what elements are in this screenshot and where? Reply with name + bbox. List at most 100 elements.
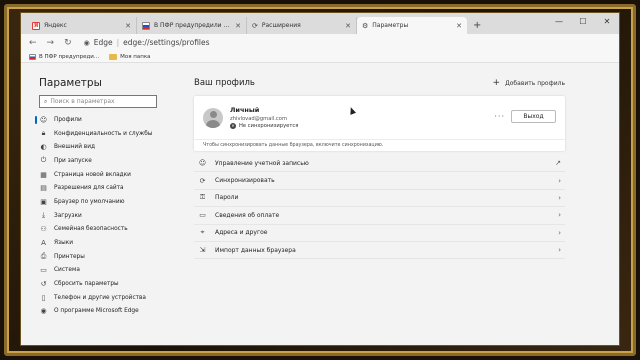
sidebar-item-label: Сбросить параметры [54,281,119,288]
add-profile-label: Добавить профиль [505,79,565,87]
profile-name: Личный [230,106,260,114]
tab-label: Яндекс [44,22,67,29]
sidebar-item-label: Телефон и другие устройства [54,294,146,301]
profile-email: zhivlovad@gmail.com [230,115,288,122]
pfr-flag-icon [142,21,150,30]
sidebar-item-privacy[interactable]: 🔒︎ Конфиденциальность и службы [39,127,179,141]
row-import-data[interactable]: ⇲ Импорт данных браузера › [194,242,565,260]
profile-card-header: Личный zhivlovad@gmail.com ✕ Не синхрони… [194,96,565,139]
phone-icon: ▯ [41,293,46,302]
refresh-icon[interactable]: ↻ [64,38,72,48]
tab-label: Параметры [372,22,409,29]
sidebar-item-family[interactable]: ⚇ Семейная безопасность [39,223,179,237]
account-icon: ☺ [198,159,207,168]
lock-icon: 🔒︎ [41,129,46,138]
sidebar-item-downloads[interactable]: ⤓ Загрузки [39,209,179,223]
url-separator: | [116,38,120,47]
sidebar-item-label: Разрешения для сайта [54,185,124,192]
tab-label: Расширения [261,22,301,29]
key-icon: ⚿ [199,193,206,202]
chevron-right-icon: › [558,193,561,202]
tab-settings[interactable]: ⚙ Параметры ✕ [357,17,467,34]
sidebar-item-about[interactable]: ◉ О программе Microsoft Edge [39,305,179,319]
pfr-flag-icon [29,53,36,60]
mouse-cursor-icon [347,106,357,115]
printer-icon: ⎙ [40,252,47,261]
tab-yandex[interactable]: Я Яндекс ✕ [27,17,137,34]
row-label: Сведения об оплате [215,211,280,219]
sidebar-item-system[interactable]: ▭ Система [39,264,179,278]
sidebar-item-label: Профили [54,116,82,123]
sidebar-item-label: Страница новой вкладки [54,171,131,178]
close-window-icon[interactable]: ✕ [595,13,619,34]
languages-icon: A [41,239,46,248]
sidebar-item-label: Конфиденциальность и службы [54,130,153,137]
tab-pfr-news[interactable]: В ПФР предупредили о новой ✕ [137,17,247,34]
minimize-icon[interactable]: — [547,13,571,34]
sidebar-item-startup[interactable]: ⏻ При запуске [39,154,179,168]
import-icon: ⇲ [199,246,206,255]
sidebar-item-label: О программе Microsoft Edge [54,308,139,315]
tab-extensions[interactable]: ⟳ Расширения ✕ [247,17,357,34]
new-tab-icon: ▦ [40,170,47,179]
reset-icon: ↺ [40,280,47,289]
new-tab-button[interactable]: + [467,20,487,34]
sync-off-icon: ✕ [230,123,236,129]
row-addresses[interactable]: ⌖ Адреса и другое › [194,225,565,242]
row-payment-info[interactable]: ▭ Сведения об оплате › [194,207,565,225]
logout-button[interactable]: Выход [511,110,556,123]
sidebar-title: Параметры [39,77,102,89]
sidebar-item-label: Внешний вид [54,144,95,151]
bookmark-pfr[interactable]: В ПФР предупреди... [29,53,100,60]
settings-search-input[interactable]: ⌕ Поиск в параметрах [39,95,157,108]
back-icon[interactable]: ← [29,38,37,48]
sidebar-item-label: Языки [54,240,73,247]
main-header: Ваш профиль + Добавить профиль [194,78,565,88]
page-title: Ваш профиль [194,78,255,88]
profile-icon: ☺ [39,115,48,124]
edge-logo-icon: ◉ [83,38,90,47]
more-options-button[interactable]: ··· [494,112,505,121]
sidebar-item-phone[interactable]: ▯ Телефон и другие устройства [39,291,179,305]
sidebar-item-languages[interactable]: A Языки [39,236,179,250]
bookmark-label: В ПФР предупреди... [39,53,100,60]
close-icon[interactable]: ✕ [125,22,131,30]
profile-settings-list: ☺ Управление учетной записью ↗ ⟳ Синхрон… [194,155,565,260]
address-bar: ← → ↻ ◉ Edge | edge://settings/profiles [21,34,619,51]
bookmark-folder[interactable]: Моя папка [109,53,151,60]
bookmark-label: Моя папка [120,53,151,60]
row-sync[interactable]: ⟳ Синхронизировать › [194,172,565,190]
card-icon: ▭ [199,211,206,220]
url-text: edge://settings/profiles [123,38,210,47]
close-icon[interactable]: ✕ [235,22,241,30]
profile-card: Личный zhivlovad@gmail.com ✕ Не синхрони… [194,96,565,151]
close-icon[interactable]: ✕ [456,22,462,30]
sidebar-item-label: Семейная безопасность [54,226,128,233]
sidebar-item-new-tab[interactable]: ▦ Страница новой вкладки [39,168,179,182]
sidebar-item-default-browser[interactable]: ▣ Браузер по умолчанию [39,195,179,209]
sync-note: Чтобы синхронизировать данные браузера, … [194,139,565,151]
default-browser-icon: ▣ [40,197,47,206]
sidebar-item-appearance[interactable]: ◐ Внешний вид [39,140,179,154]
yandex-icon: Я [32,21,40,30]
url-field[interactable]: ◉ Edge | edge://settings/profiles [84,38,210,47]
sync-status-label: Не синхронизируется [239,123,299,129]
forward-icon[interactable]: → [47,38,55,48]
add-profile-button[interactable]: + Добавить профиль [493,78,565,88]
window-controls: — ☐ ✕ [547,13,619,34]
sidebar-item-site-permissions[interactable]: ▤ Разрешения для сайта [39,181,179,195]
maximize-icon[interactable]: ☐ [571,13,595,34]
sidebar-item-reset[interactable]: ↺ Сбросить параметры [39,277,179,291]
row-manage-account[interactable]: ☺ Управление учетной записью ↗ [194,155,565,173]
power-icon: ⏻ [40,156,47,165]
profile-info: Личный zhivlovad@gmail.com ✕ Не синхрони… [230,106,298,129]
settings-sidebar: Параметры ⌕ Поиск в параметрах ☺ Профили … [21,63,179,345]
sidebar-item-profiles[interactable]: ☺ Профили [35,113,179,127]
close-icon[interactable]: ✕ [345,22,351,30]
chevron-right-icon: › [558,211,561,220]
site-label: Edge [93,38,113,47]
sidebar-item-printers[interactable]: ⎙ Принтеры [39,250,179,264]
sync-status: ✕ Не синхронизируется [230,123,298,129]
chevron-right-icon: › [558,228,561,237]
row-passwords[interactable]: ⚿ Пароли › [194,190,565,208]
